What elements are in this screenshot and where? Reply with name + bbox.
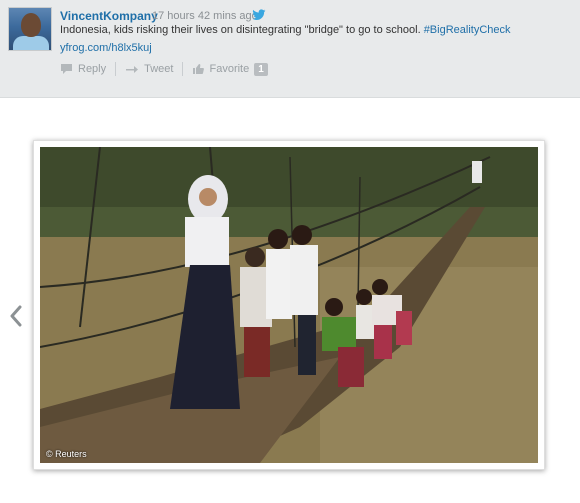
reply-button[interactable]: Reply [60,63,106,75]
bridge-photo: © Reuters [40,147,538,463]
photo-link[interactable]: yfrog.com/h8lx5kuj [60,42,152,54]
chevron-left-icon[interactable] [9,305,23,327]
photo-scene [40,147,538,463]
favorite-button[interactable]: Favorite [192,63,249,75]
retweet-label: Tweet [144,63,174,75]
tweet-card: VincentKompany 17 hours 42 mins ago Indo… [0,0,580,98]
retweet-button[interactable]: Tweet [125,63,173,75]
retweet-icon [126,66,139,73]
action-divider [182,62,184,76]
favorite-count-badge: 1 [254,62,268,76]
favorite-label: Favorite [209,63,250,75]
twitter-bird-icon [252,9,266,20]
hashtag-link[interactable]: #BigRealityCheck [424,24,511,36]
reply-icon [61,64,72,74]
tweet-username[interactable]: VincentKompany [60,9,158,23]
tweet-photo[interactable]: © Reuters [33,140,545,470]
avatar[interactable] [8,7,52,51]
avatar-face [21,13,41,37]
thumbs-up-icon [193,64,205,74]
tweet-body: Indonesia, kids risking their lives on d… [60,24,424,36]
tweet-actions: Reply Tweet Favorite 1 [60,61,268,77]
action-divider [115,62,117,76]
tweet-timestamp[interactable]: 17 hours 42 mins ago [152,10,258,22]
avatar-shirt [13,36,49,50]
photo-credit: © Reuters [46,449,87,459]
reply-label: Reply [78,63,107,75]
tweet-text: Indonesia, kids risking their lives on d… [60,24,511,36]
